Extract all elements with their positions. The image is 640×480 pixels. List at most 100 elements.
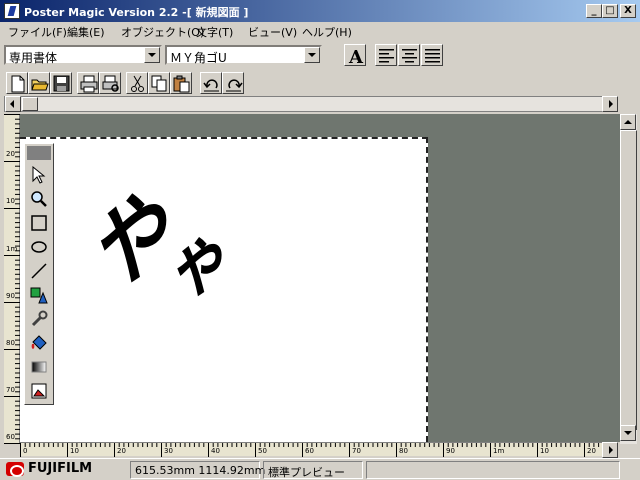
menu-view[interactable]: ビュー(V)	[248, 24, 297, 40]
scroll-right-bottom-button[interactable]	[602, 442, 618, 458]
scroll-up-button[interactable]	[620, 114, 636, 130]
hruler-label: 20	[117, 447, 126, 455]
redo-icon	[226, 79, 243, 92]
printer-icon	[80, 75, 98, 93]
vruler-label: 80	[6, 339, 15, 347]
menu-text[interactable]: 文字(T)	[196, 24, 233, 40]
magnifier-icon	[31, 191, 47, 207]
ellipse-tool[interactable]	[28, 236, 50, 258]
scroll-right-button[interactable]	[602, 96, 618, 112]
copy-icon	[151, 75, 167, 92]
font-select-value: ＭＹ角ゴU	[170, 51, 227, 65]
align-justify-button[interactable]	[421, 44, 443, 66]
align-justify-icon	[425, 49, 440, 63]
status-empty-panel	[366, 461, 620, 479]
coordinate-readout: 615.53mm 1114.92mm	[130, 461, 265, 479]
gradient-tool[interactable]	[28, 356, 50, 378]
text-style-button[interactable]: A	[344, 44, 366, 66]
paint-bucket-icon	[31, 335, 47, 350]
align-center-button[interactable]	[398, 44, 420, 66]
cut-button[interactable]	[126, 72, 148, 94]
style-select-value: 専用書体	[9, 51, 58, 65]
window-title: Poster Magic Version 2.2 -[ 新規図面 ]	[24, 6, 249, 19]
canvas-artwork[interactable]: や ゃ	[20, 137, 428, 442]
undo-icon	[203, 79, 219, 92]
image-tool[interactable]	[28, 380, 50, 402]
vruler-label: 10	[6, 197, 15, 205]
menu-bar: ファイル(F) 編集(E) オブジェクト(O) 文字(T) ビュー(V) ヘルプ…	[0, 22, 640, 40]
paste-button[interactable]	[170, 72, 192, 94]
vruler-label: 60	[6, 433, 15, 441]
wrench-tool[interactable]	[28, 308, 50, 330]
horizontal-ruler: 0 10 20 30 40 50 60 70 80 90 1m 10 20	[20, 442, 618, 457]
open-folder-icon	[31, 79, 49, 91]
hruler-label: 20	[587, 447, 596, 455]
app-icon[interactable]	[4, 3, 20, 19]
scroll-left-button[interactable]	[5, 96, 21, 112]
vertical-ruler: 20 10 1m 90 80 70 60	[4, 114, 20, 444]
menu-object[interactable]: オブジェクト(O)	[121, 24, 204, 40]
menu-help[interactable]: ヘルプ(H)	[302, 24, 352, 40]
font-select[interactable]: ＭＹ角ゴU	[165, 45, 322, 65]
align-left-button[interactable]	[375, 44, 397, 66]
rectangle-tool[interactable]	[28, 212, 50, 234]
shapes-icon	[30, 287, 48, 304]
app-window: Poster Magic Version 2.2 -[ 新規図面 ] _ □ X…	[0, 0, 640, 480]
select-tool[interactable]	[28, 164, 50, 186]
hruler-label: 0	[23, 447, 28, 455]
canvas-text-large: や	[98, 172, 172, 308]
close-button[interactable]: X	[620, 4, 636, 18]
palette-grip[interactable]	[27, 146, 51, 160]
hruler-label: 70	[352, 447, 361, 455]
font-a-icon: A	[348, 47, 364, 65]
copy-button[interactable]	[148, 72, 170, 94]
title-bar[interactable]: Poster Magic Version 2.2 -[ 新規図面 ] _ □ X	[0, 0, 640, 22]
undo-button[interactable]	[200, 72, 222, 94]
chevron-down-icon[interactable]	[144, 47, 160, 63]
horizontal-ruler-ticks	[20, 443, 618, 457]
status-bar: FUJIFILM 615.53mm 1114.92mm 標準プレビュー	[0, 458, 640, 480]
image-frame-icon	[31, 383, 47, 399]
hruler-label: 10	[70, 447, 79, 455]
menu-file[interactable]: ファイル(F)	[8, 24, 67, 40]
print-preview-button[interactable]	[99, 72, 121, 94]
align-left-icon	[379, 49, 394, 63]
menu-edit[interactable]: 編集(E)	[67, 24, 105, 40]
minimize-button[interactable]: _	[586, 4, 602, 18]
svg-text:A: A	[348, 47, 364, 65]
vertical-scroll-thumb[interactable]	[620, 130, 637, 430]
horizontal-scrollbar-top[interactable]	[4, 96, 618, 112]
line-icon	[31, 263, 47, 279]
open-button[interactable]	[28, 72, 50, 94]
hruler-label: 50	[258, 447, 267, 455]
chevron-down-icon[interactable]	[304, 47, 320, 63]
style-select[interactable]: 専用書体	[4, 45, 162, 65]
arrow-pointer-icon	[32, 166, 46, 184]
horizontal-scroll-thumb[interactable]	[22, 97, 38, 111]
vruler-label: 1m	[6, 245, 18, 253]
line-tool[interactable]	[28, 260, 50, 282]
vruler-label: 90	[6, 292, 15, 300]
new-button[interactable]	[6, 72, 28, 94]
hruler-label: 80	[399, 447, 408, 455]
align-center-icon	[402, 49, 417, 63]
print-preview-icon	[102, 75, 119, 92]
vruler-label: 70	[6, 386, 15, 394]
hruler-label: 60	[305, 447, 314, 455]
gradient-icon	[31, 361, 47, 373]
wrench-icon	[31, 310, 48, 327]
maximize-button[interactable]: □	[602, 4, 618, 18]
redo-button[interactable]	[222, 72, 244, 94]
print-button[interactable]	[77, 72, 99, 94]
hruler-label: 30	[164, 447, 173, 455]
vruler-label: 20	[6, 150, 15, 158]
ellipse-icon	[31, 241, 47, 253]
preview-mode: 標準プレビュー	[263, 461, 363, 479]
shape-fill-tool[interactable]	[28, 284, 50, 306]
save-button[interactable]	[50, 72, 72, 94]
paint-bucket-tool[interactable]	[28, 332, 50, 354]
rectangle-icon	[31, 215, 47, 231]
brand-logo: FUJIFILM	[6, 461, 92, 479]
zoom-tool[interactable]	[28, 188, 50, 210]
scroll-down-button[interactable]	[620, 425, 636, 441]
